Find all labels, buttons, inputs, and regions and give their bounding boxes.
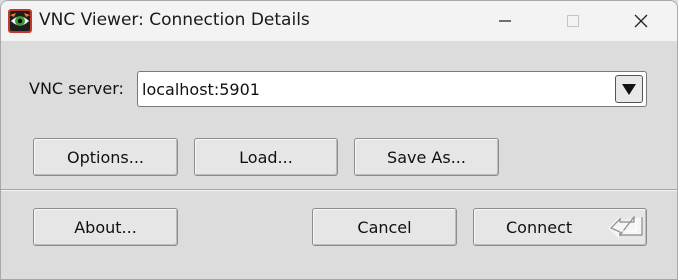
- server-input[interactable]: [142, 73, 602, 105]
- server-combobox[interactable]: [137, 71, 647, 107]
- dialog-body: VNC server: Options... Load... Save As..…: [1, 41, 677, 279]
- cancel-button[interactable]: Cancel: [312, 208, 457, 246]
- server-dropdown-button[interactable]: [615, 75, 643, 103]
- about-button[interactable]: About...: [33, 208, 178, 246]
- connect-label: Connect: [506, 218, 573, 237]
- options-button[interactable]: Options...: [33, 138, 178, 176]
- maximize-button[interactable]: [539, 1, 607, 41]
- window-title: VNC Viewer: Connection Details: [39, 10, 310, 30]
- server-label: VNC server:: [29, 79, 124, 98]
- load-button[interactable]: Load...: [194, 138, 338, 176]
- title-bar[interactable]: VNC Viewer: Connection Details: [1, 1, 677, 41]
- vnc-eye-icon: [8, 9, 32, 33]
- minimize-icon: [499, 20, 511, 22]
- chevron-down-icon: [622, 84, 636, 95]
- vnc-connection-dialog: VNC Viewer: Connection Details VNC serve…: [0, 0, 678, 280]
- enter-key-icon: [606, 215, 644, 239]
- connect-button[interactable]: Connect: [473, 208, 647, 246]
- save-as-button[interactable]: Save As...: [354, 138, 499, 176]
- close-icon: [634, 14, 648, 28]
- separator: [1, 189, 677, 191]
- minimize-button[interactable]: [471, 1, 539, 41]
- close-button[interactable]: [607, 1, 675, 41]
- maximize-icon: [567, 15, 579, 27]
